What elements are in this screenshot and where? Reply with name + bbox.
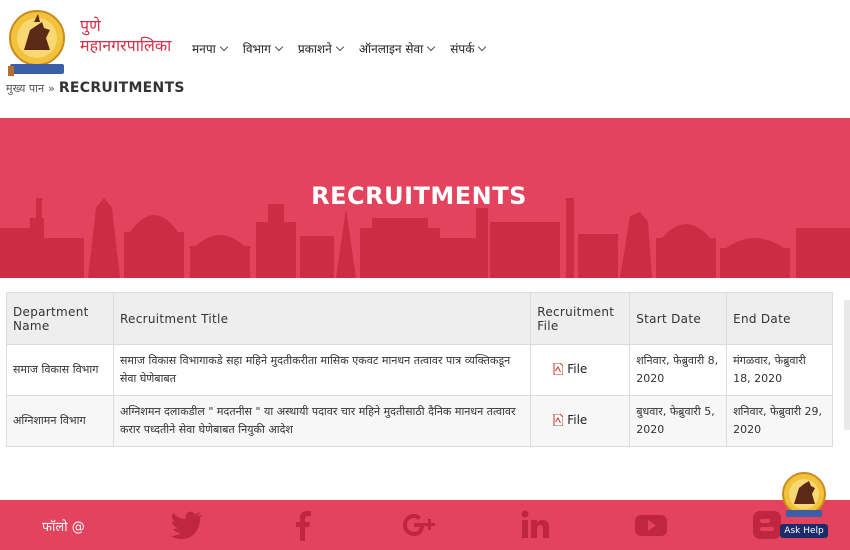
breadcrumb-separator: » bbox=[48, 82, 55, 95]
page-scrollbar[interactable] bbox=[844, 300, 850, 430]
file-download-link[interactable]: File bbox=[553, 360, 587, 378]
twitter-icon[interactable] bbox=[170, 509, 204, 541]
nav-item-manapa[interactable]: मनपा bbox=[192, 40, 229, 57]
brand-name[interactable]: पुणे महानगरपालिका bbox=[80, 16, 171, 56]
blogger-icon[interactable] bbox=[750, 509, 784, 541]
brand-line-2: महानगरपालिका bbox=[80, 36, 172, 55]
nav-item-sampark[interactable]: संपर्क bbox=[450, 40, 487, 57]
table-row: समाज विकास विभाग समाज विकास विभागाकडे सह… bbox=[6, 344, 833, 396]
file-link-label: File bbox=[567, 412, 588, 427]
chevron-down-icon bbox=[335, 42, 345, 52]
file-link-label: File bbox=[567, 361, 588, 376]
cell-department: समाज विकास विभाग bbox=[6, 344, 114, 396]
pmc-seal-icon bbox=[782, 472, 826, 517]
main-nav: मनपा विभाग प्रकाशने ऑनलाइन सेवा संपर्क bbox=[192, 40, 487, 57]
nav-item-prakashane[interactable]: प्रकाशने bbox=[297, 40, 345, 57]
cell-title: अग्निशमन दलाकडील " मदतनीस " या अस्थायी प… bbox=[112, 395, 532, 447]
follow-label: फॉलो @ bbox=[42, 520, 85, 535]
table-header-row: Department Name Recruitment Title Recrui… bbox=[6, 292, 833, 345]
chevron-down-icon bbox=[274, 42, 284, 52]
recruitments-table-container: Department Name Recruitment Title Recrui… bbox=[6, 292, 833, 447]
ask-help-label: Ask Help bbox=[780, 524, 828, 538]
recruitments-table: Department Name Recruitment Title Recrui… bbox=[6, 292, 833, 447]
breadcrumb-home-link[interactable]: मुख्य पान bbox=[6, 81, 44, 96]
header-recruitment-title: Recruitment Title bbox=[112, 292, 532, 345]
site-header: पुणे महानगरपालिका मनपा विभाग प्रकाशने ऑन… bbox=[0, 0, 850, 118]
nav-label: प्रकाशने bbox=[297, 42, 332, 56]
page-title: RECRUITMENTS bbox=[311, 182, 527, 210]
youtube-icon[interactable] bbox=[634, 509, 668, 541]
cell-end-date: मंगळवार, फेब्रुवारी 18, 2020 bbox=[726, 344, 833, 396]
cell-start-date: शनिवार, फेब्रुवारी 8, 2020 bbox=[629, 344, 728, 396]
google-plus-icon[interactable] bbox=[402, 509, 436, 541]
header-start-date: Start Date bbox=[629, 292, 728, 345]
header-end-date: End Date bbox=[726, 292, 833, 345]
cell-start-date: बुधवार, फेब्रुवारी 5, 2020 bbox=[629, 395, 728, 447]
header-recruitment-file: Recruitment File bbox=[530, 292, 631, 345]
nav-item-online-seva[interactable]: ऑनलाइन सेवा bbox=[358, 40, 436, 57]
chevron-down-icon bbox=[427, 42, 436, 52]
ask-help-button[interactable]: Ask Help bbox=[780, 470, 828, 538]
nav-label: मनपा bbox=[192, 42, 216, 56]
nav-label: संपर्क bbox=[450, 42, 475, 56]
cell-file: File bbox=[530, 395, 631, 447]
cell-department: अग्निशामन विभाग bbox=[6, 395, 114, 447]
cell-title: समाज विकास विभागाकडे सहा महिने मुदतीकरीत… bbox=[112, 344, 532, 396]
nav-item-vibhag[interactable]: विभाग bbox=[242, 40, 284, 57]
pmc-seal-icon[interactable] bbox=[6, 8, 68, 78]
file-download-link[interactable]: File bbox=[553, 411, 587, 429]
cell-end-date: शनिवार, फेब्रुवारी 29, 2020 bbox=[726, 395, 833, 447]
pdf-file-icon bbox=[553, 413, 564, 426]
page-banner: RECRUITMENTS bbox=[0, 118, 850, 278]
header-department-name: Department Name bbox=[6, 292, 114, 345]
chevron-down-icon bbox=[219, 42, 229, 52]
cell-file: File bbox=[530, 344, 631, 396]
breadcrumb: मुख्य पान » RECRUITMENTS bbox=[6, 80, 185, 96]
breadcrumb-current: RECRUITMENTS bbox=[58, 80, 185, 96]
site-footer: फॉलो @ bbox=[0, 500, 850, 550]
table-row: अग्निशामन विभाग अग्निशमन दलाकडील " मदतनी… bbox=[6, 395, 833, 447]
facebook-icon[interactable] bbox=[286, 509, 320, 541]
nav-label: विभाग bbox=[242, 42, 271, 56]
brand-line-1: पुणे bbox=[80, 16, 101, 35]
linkedin-icon[interactable] bbox=[518, 509, 552, 541]
chevron-down-icon bbox=[478, 42, 487, 52]
nav-label: ऑनलाइन सेवा bbox=[358, 42, 424, 56]
pdf-file-icon bbox=[553, 362, 564, 375]
